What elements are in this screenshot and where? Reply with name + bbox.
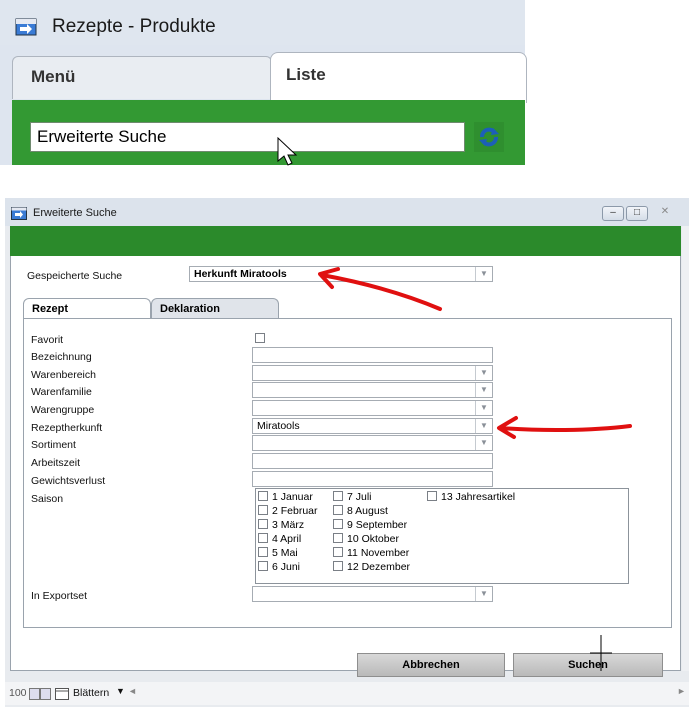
red-arrow-saved-search bbox=[320, 273, 442, 311]
red-arrow-rezeptherkunft bbox=[498, 424, 632, 433]
annotation-arrows bbox=[318, 267, 632, 439]
